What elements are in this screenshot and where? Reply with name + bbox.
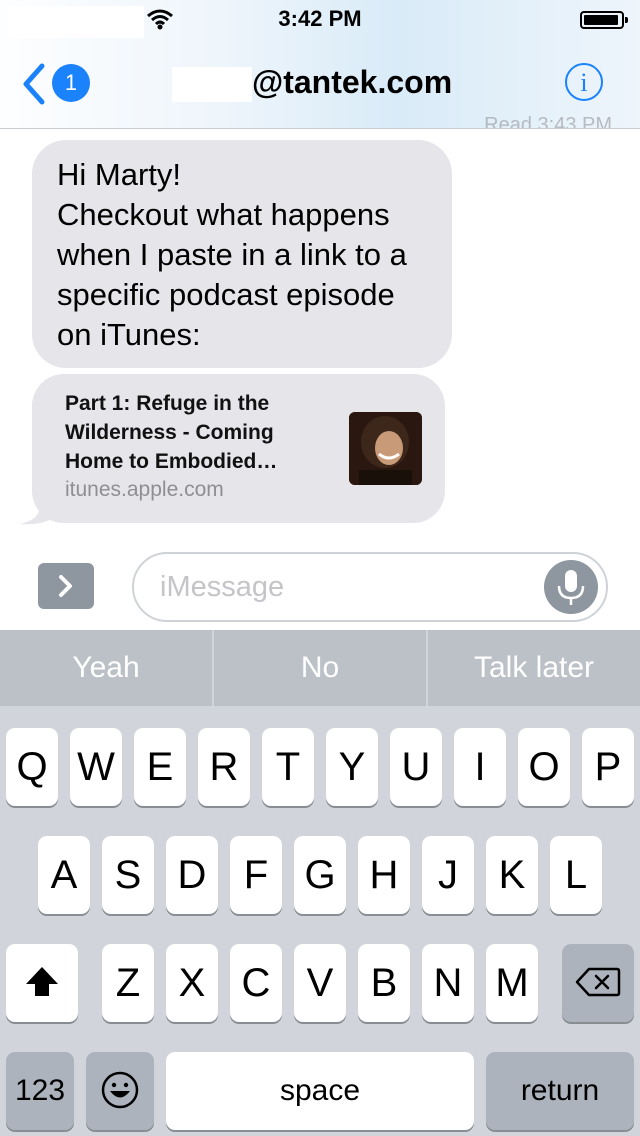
key-k[interactable]: K [486, 836, 538, 914]
key-z[interactable]: Z [102, 944, 154, 1022]
key-b[interactable]: B [358, 944, 410, 1022]
keyboard: Yeah No Talk later Q W E R T Y U I O P A… [0, 630, 640, 1136]
info-button[interactable]: i [565, 63, 603, 101]
top-bar: 3:42 PM 1 @tantek.com i [0, 0, 640, 129]
key-c[interactable]: C [230, 944, 282, 1022]
key-a[interactable]: A [38, 836, 90, 914]
redacted-contact-name [172, 67, 252, 102]
chevron-left-icon [23, 63, 45, 105]
emoji-key[interactable] [86, 1052, 154, 1130]
link-preview-card[interactable]: Part 1: Refuge in the Wilderness - Comin… [32, 374, 445, 523]
info-icon: i [580, 68, 588, 97]
key-d[interactable]: D [166, 836, 218, 914]
podcast-artwork [349, 412, 422, 485]
key-n[interactable]: N [422, 944, 474, 1022]
chevron-right-icon [59, 575, 72, 597]
key-p[interactable]: P [582, 728, 634, 806]
quicktype-suggestion[interactable]: Talk later [428, 630, 640, 706]
key-r[interactable]: R [198, 728, 250, 806]
key-u[interactable]: U [390, 728, 442, 806]
shift-key[interactable] [6, 944, 78, 1022]
key-o[interactable]: O [518, 728, 570, 806]
key-q[interactable]: Q [6, 728, 58, 806]
backspace-icon [575, 968, 621, 997]
read-receipt: Read 3:43 PM [484, 114, 612, 128]
message-text: Hi Marty! Checkout what happens when I p… [57, 157, 407, 352]
space-key[interactable]: space [166, 1052, 474, 1130]
unread-badge: 1 [52, 64, 90, 102]
key-m[interactable]: M [486, 944, 538, 1022]
link-preview-title: Part 1: Refuge in the Wilderness - Comin… [65, 392, 278, 473]
numbers-key[interactable]: 123 [6, 1052, 74, 1130]
contact-address: @tantek.com [252, 64, 453, 100]
key-h[interactable]: H [358, 836, 410, 914]
quicktype-suggestion[interactable]: No [214, 630, 428, 706]
key-j[interactable]: J [422, 836, 474, 914]
return-key[interactable]: return [486, 1052, 634, 1130]
microphone-icon [557, 570, 585, 605]
status-time: 3:42 PM [278, 6, 362, 31]
key-t[interactable]: T [262, 728, 314, 806]
imessage-placeholder: iMessage [160, 571, 285, 603]
shift-icon [26, 967, 58, 997]
imessage-input[interactable]: iMessage [132, 552, 608, 622]
key-f[interactable]: F [230, 836, 282, 914]
quicktype-bar: Yeah No Talk later [0, 630, 640, 706]
key-e[interactable]: E [134, 728, 186, 806]
dictation-button[interactable] [544, 560, 598, 614]
key-x[interactable]: X [166, 944, 218, 1022]
emoji-icon [101, 1072, 139, 1109]
key-l[interactable]: L [550, 836, 602, 914]
key-g[interactable]: G [294, 836, 346, 914]
back-button[interactable]: 1 [20, 62, 92, 106]
battery-icon [580, 11, 628, 29]
key-i[interactable]: I [454, 728, 506, 806]
link-preview-domain: itunes.apple.com [65, 478, 224, 501]
delete-key[interactable] [562, 944, 634, 1022]
key-y[interactable]: Y [326, 728, 378, 806]
key-w[interactable]: W [70, 728, 122, 806]
quicktype-suggestion[interactable]: Yeah [0, 630, 214, 706]
key-v[interactable]: V [294, 944, 346, 1022]
key-s[interactable]: S [102, 836, 154, 914]
apps-button[interactable] [38, 563, 94, 609]
message-bubble[interactable]: Hi Marty! Checkout what happens when I p… [32, 140, 452, 368]
